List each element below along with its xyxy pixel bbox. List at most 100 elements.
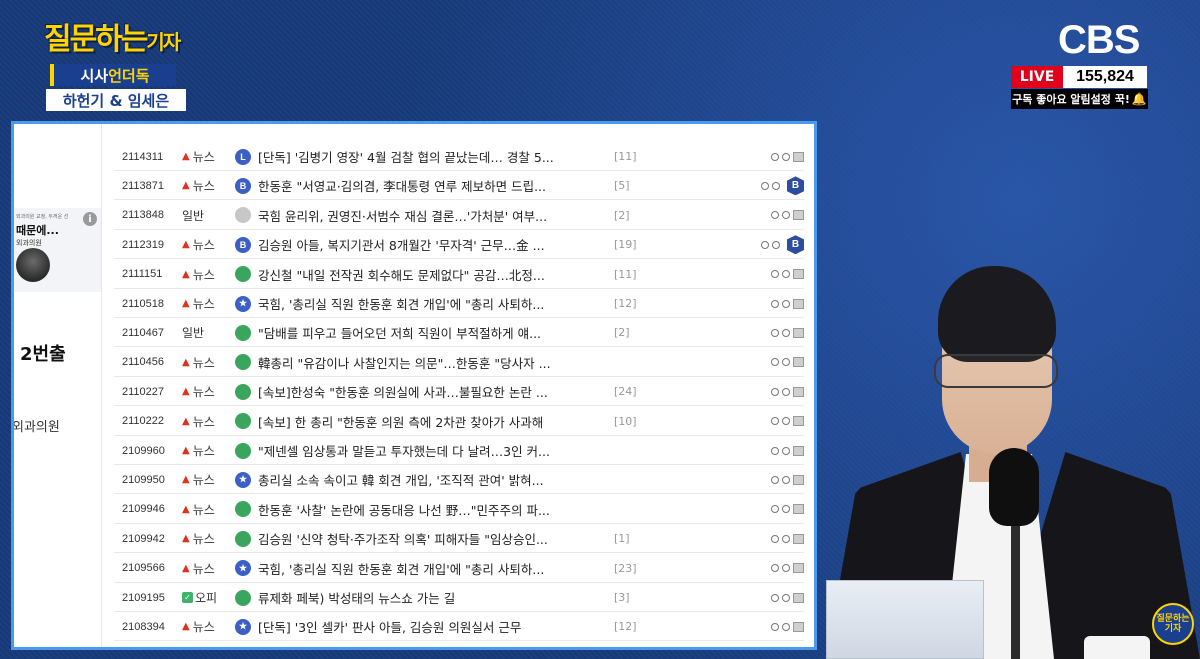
circle-icon [771,211,779,220]
post-category: ▲ 뉴스 [182,230,230,259]
row-icons [734,142,804,171]
table-row[interactable]: 2110227 ▲ 뉴스 [속보]한성숙 "한동훈 의원실에 사과…불필요한 논란 .… [114,377,804,407]
badge-cell: ★ [233,612,253,641]
post-number: 2112319 [122,238,165,251]
user-level-icon [235,530,251,547]
post-number: 2108394 [122,620,165,633]
info-icon[interactable]: i [83,212,97,226]
category-label: 뉴스 [192,473,215,488]
comment-count: [12] [614,297,637,310]
post-title-link[interactable]: 총리실 소속 속이고 韓 회견 개입, '조직적 관여' 밝혀... [258,465,613,494]
table-row[interactable]: 2109942 ▲ 뉴스 김승원 '신약 청탁·주가조작 의혹' 피해자들 "임상승인… [114,524,804,554]
post-title-link[interactable]: 국힘, '총리실 직원 한동훈 회견 개입'에 "총리 사퇴하... [258,289,613,318]
host-hair [938,266,1056,362]
table-row[interactable]: 2109566 ▲ 뉴스 ★ 국힘, '총리실 직원 한동훈 회견 개입'에 "총리 사… [114,554,804,583]
comment-count: [3] [614,591,630,604]
comment-count: [1] [614,532,630,546]
post-title-link[interactable]: [속보] 한 총리 "한동훈 의원 측에 2차관 찾아가 사과해 [258,407,613,436]
post-title-link[interactable]: 강신철 "내일 전작권 회수해도 문제없다" 공감…北정... [258,260,613,289]
table-row[interactable]: 2109946 ▲ 뉴스 한동훈 '사찰' 논란에 공동대응 나선 野…"민주주의 파… [114,495,804,524]
table-row[interactable]: 2110467 일반 "담배를 피우고 들어오던 저희 직원이 부적절하게 얘...… [114,318,804,348]
user-level-icon [235,207,251,224]
category-label: 뉴스 [192,620,215,635]
image-icon [793,210,804,221]
user-level-icon [235,383,251,400]
category-label: 뉴스 [192,444,215,458]
hosts-tag: 하헌기 & 임세은 [46,89,186,111]
circle-icon [782,328,790,337]
category-label: 뉴스 [192,502,215,517]
fire-icon: ▲ [182,533,190,545]
user-level-icon [235,442,251,459]
circle-icon [772,181,780,190]
post-category: ▲ 뉴스 [182,407,230,436]
badge-cell: B [233,171,253,200]
table-row[interactable]: 2110222 ▲ 뉴스 [속보] 한 총리 "한동훈 의원 측에 2차관 찾아가 사… [114,407,804,436]
comment-count: [5] [614,179,630,193]
post-category: ▲ 뉴스 [182,142,230,171]
post-title-link[interactable]: 국힘 윤리위, 권영진·서범수 재심 결론…'가처분' 여부... [258,201,613,230]
circle-icon [782,564,790,573]
user-level-icon [235,324,251,341]
table-row[interactable]: 2110518 ▲ 뉴스 ★ 국힘, '총리실 직원 한동훈 회견 개입'에 "총리 사… [114,289,804,318]
table-row[interactable]: 2114311 ▲ 뉴스 L [단독] '김병기 영장' 4월 검찰 협의 끝났는데… … [114,142,804,171]
image-icon [793,416,804,427]
circle-icon [782,534,790,543]
category-label: 뉴스 [192,414,215,429]
post-category: ✓ 오피 [182,583,230,612]
image-icon [793,445,804,456]
table-row[interactable]: 2108394 ▲ 뉴스 ★ [단독] '3인 셀카' 판사 아들, 김승원 의원실서 … [114,612,804,642]
microphone-icon [989,448,1039,526]
table-row[interactable]: 2109960 ▲ 뉴스 "제넨셀 임상통과 말듣고 투자했는데 다 날려…3인 커.… [114,436,804,465]
post-category: ▲ 뉴스 [182,348,230,377]
comment-count [614,495,654,524]
fire-icon: ▲ [182,356,190,368]
circle-icon [771,152,779,161]
fire-icon: ▲ [182,180,190,192]
table-row[interactable]: 2113871 ▲ 뉴스 B 한동훈 "서영교·김의겸, 李대통령 연루 제보하면 드립… [114,171,804,201]
table-row[interactable]: 2113848 일반 국힘 윤리위, 권영진·서범수 재심 결론…'가처분' 여부.… [114,201,804,230]
host-glasses [934,354,1058,388]
fire-icon: ▲ [182,445,190,456]
table-row[interactable]: 2111151 ▲ 뉴스 강신철 "내일 전작권 회수해도 문제없다" 공감…北정..… [114,260,804,289]
post-title-link[interactable]: "담배를 피우고 들어오던 저희 직원이 부적절하게 얘... [258,318,613,347]
category-label: 오피 [195,591,218,605]
fire-icon: ▲ [182,415,190,427]
badge-cell: B [233,230,253,259]
post-number: 2110467 [122,326,165,339]
post-title-link[interactable]: 류제화 페북) 박성태의 뉴스쇼 가는 길 [258,583,613,612]
post-title-link[interactable]: 韓총리 "유감이나 사찰인지는 의문"…한동훈 "당사자 ... [258,348,613,377]
fire-icon: ▲ [182,562,190,574]
post-title-link[interactable]: "제넨셀 임상통과 말듣고 투자했는데 다 날려…3인 커... [258,436,613,465]
table-row[interactable]: 2112319 ▲ 뉴스 B 김승원 아들, 복지기관서 8개월간 '무자격' 근무…金… [114,230,804,260]
ad-banner[interactable]: 외과의원 교정, 두꺼운 선 때문에... 외과의원 i [14,208,101,292]
ad-line1: 외과의원 교정, 두꺼운 선 [16,214,69,220]
laptop [826,580,984,659]
post-title-link[interactable]: [단독] '김병기 영장' 4월 검찰 협의 끝났는데… 경찰 5... [258,142,613,171]
image-icon [793,298,804,309]
comment-count: [24] [614,385,637,399]
post-title-link[interactable]: 김승원 '신약 청탁·주가조작 의혹' 피해자들 "임상승인... [258,524,613,553]
user-level-icon: ★ [235,295,251,312]
sidebar-heading: 2번출 [20,344,66,365]
fire-icon: ▲ [182,386,190,398]
badge-cell: ★ [233,465,253,494]
table-row[interactable]: 2110456 ▲ 뉴스 韓총리 "유감이나 사찰인지는 의문"…한동훈 "당사자 .… [114,348,804,377]
post-title-link[interactable]: 국힘, '총리실 직원 한동훈 회견 개입'에 "총리 사퇴하... [258,554,613,583]
post-title-link[interactable]: 한동훈 "서영교·김의겸, 李대통령 연루 제보하면 드립... [258,171,613,200]
show-title-main: 질문하는 [44,22,148,57]
post-title-link[interactable]: 한동훈 '사찰' 논란에 공동대응 나선 野…"민주주의 파... [258,495,613,524]
row-icons [734,465,804,494]
circle-icon [771,622,779,631]
table-row[interactable]: 2109195 ✓ 오피 류제화 페북) 박성태의 뉴스쇼 가는 길 [3] [114,583,804,612]
badge-cell: ★ [233,289,253,318]
circle-icon [782,270,790,279]
post-title-link[interactable]: 김승원 아들, 복지기관서 8개월간 '무자격' 근무…金 ... [258,230,613,259]
comment-count: [11] [614,267,637,281]
image-icon [793,357,804,368]
post-title-link[interactable]: [단독] '3인 셀카' 판사 아들, 김승원 의원실서 근무 [258,612,613,641]
screen-share-panel: 외과의원 교정, 두꺼운 선 때문에... 외과의원 i 2번출 외과의원 21… [11,121,817,650]
post-title-link[interactable]: [속보]한성숙 "한동훈 의원실에 사과…불필요한 논란 ... [258,377,613,406]
post-number: 2109960 [122,444,165,457]
table-row[interactable]: 2109950 ▲ 뉴스 ★ 총리실 소속 속이고 韓 회견 개입, '조직적 관여' … [114,465,804,495]
